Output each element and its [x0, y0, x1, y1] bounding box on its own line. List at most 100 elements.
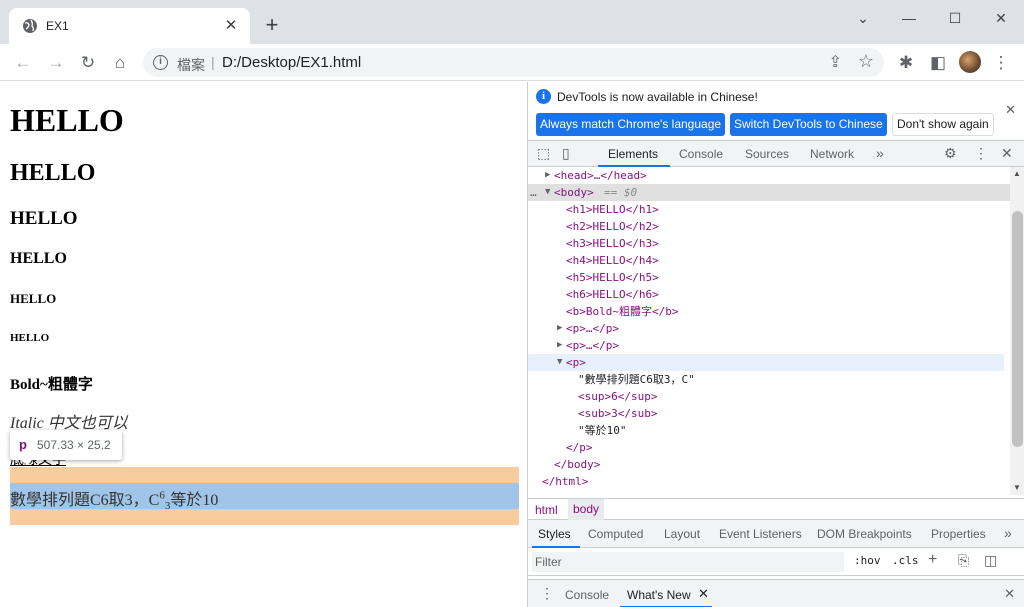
tab-event-listeners[interactable]: Event Listeners — [719, 527, 802, 541]
dom-node-html-close[interactable]: </html> — [528, 473, 1010, 490]
more-tabs-icon[interactable]: » — [876, 145, 884, 161]
devtools-menu-icon[interactable]: ⋮ — [974, 145, 988, 162]
info-icon: i — [536, 89, 551, 104]
scrollbar-thumb[interactable] — [1012, 211, 1023, 447]
browser-tab[interactable]: EX1 ✕ — [9, 8, 250, 44]
inspect-element-icon[interactable]: ⬚ — [537, 145, 550, 162]
heading-h5: HELLO — [10, 291, 57, 306]
tab-elements[interactable]: Elements — [608, 147, 658, 161]
dom-node-h4[interactable]: <h4>HELLO</h4> — [528, 252, 1010, 269]
reload-icon[interactable]: ↻ — [75, 50, 101, 76]
dom-node-sup[interactable]: <sup>6</sup> — [528, 388, 1010, 405]
forward-icon[interactable]: → — [43, 50, 69, 76]
dom-node-body[interactable]: … ▼ <body> == $0 — [528, 184, 1010, 201]
paint-brush-icon[interactable]: ⎘ — [958, 552, 969, 569]
switch-chinese-button[interactable]: Switch DevTools to Chinese — [730, 113, 887, 136]
tab-sources[interactable]: Sources — [745, 147, 789, 161]
dom-node-body-close[interactable]: </body> — [528, 456, 1010, 473]
tab-dom-breakpoints[interactable]: DOM Breakpoints — [817, 527, 912, 541]
drawer-tab-console[interactable]: Console — [565, 588, 609, 602]
home-icon[interactable]: ⌂ — [107, 50, 133, 76]
new-tab-button[interactable]: + — [260, 14, 284, 38]
expand-triangle-icon[interactable]: ▶ — [557, 337, 562, 354]
address-url[interactable]: D:/Desktop/EX1.html — [222, 54, 361, 71]
dom-scrollbar[interactable]: ▲ ▼ — [1010, 167, 1024, 495]
styles-tabbar: Styles Computed Layout Event Listeners D… — [528, 520, 1024, 548]
profile-avatar[interactable] — [959, 51, 981, 73]
globe-icon — [23, 19, 37, 33]
infobar-message: DevTools is now available in Chinese! — [557, 90, 758, 104]
dom-node-h6[interactable]: <h6>HELLO</h6> — [528, 286, 1010, 303]
tab-styles[interactable]: Styles — [538, 527, 571, 541]
dom-node-h2[interactable]: <h2>HELLO</h2> — [528, 218, 1010, 235]
toggle-sidebar-icon[interactable]: ◫ — [984, 552, 997, 569]
padding-highlight-top — [10, 467, 519, 483]
settings-gear-icon[interactable]: ⚙ — [944, 145, 957, 162]
more-style-tabs-icon[interactable]: » — [1004, 525, 1012, 541]
maximize-icon[interactable]: ☐ — [940, 6, 970, 30]
new-style-rule-icon[interactable]: + — [928, 551, 937, 569]
menu-kebab-icon[interactable]: ⋮ — [988, 50, 1014, 76]
tab-search-icon[interactable]: ⌄ — [848, 6, 878, 30]
tab-layout[interactable]: Layout — [664, 527, 700, 541]
close-window-icon[interactable]: ✕ — [986, 6, 1016, 30]
extensions-icon[interactable]: ✱ — [893, 50, 919, 76]
dom-node-h3[interactable]: <h3>HELLO</h3> — [528, 235, 1010, 252]
dom-node-p3-close[interactable]: </p> — [528, 439, 1010, 456]
expand-triangle-icon[interactable]: ▶ — [557, 320, 562, 337]
tooltip-tag: p — [19, 437, 27, 452]
infobar-close-icon[interactable]: ✕ — [1005, 102, 1016, 118]
dom-node-b[interactable]: <b>Bold~粗體字</b> — [528, 303, 1010, 320]
minimize-icon[interactable]: — — [894, 6, 924, 30]
tab-computed[interactable]: Computed — [588, 527, 643, 541]
share-icon[interactable]: ⇪ — [829, 52, 842, 72]
title-bar: EX1 ✕ + ⌄ — ☐ ✕ — [0, 0, 1024, 44]
language-infobar: i DevTools is now available in Chinese! … — [528, 82, 1024, 141]
dom-node-h1[interactable]: <h1>HELLO</h1> — [528, 201, 1010, 218]
devtools-close-icon[interactable]: ✕ — [1001, 145, 1013, 162]
breadcrumb: html body — [528, 498, 1024, 520]
tab-console[interactable]: Console — [679, 147, 723, 161]
hover-state-toggle[interactable]: :hov — [854, 554, 881, 567]
styles-filter-input[interactable]: Filter — [532, 552, 844, 572]
tab-properties[interactable]: Properties — [931, 527, 986, 541]
selected-paragraph-highlight: 數學排列題C6取3，C63等於10 — [10, 483, 519, 512]
collapse-triangle-icon[interactable]: ▼ — [545, 184, 550, 201]
device-toolbar-icon[interactable]: ▯ — [562, 145, 570, 162]
tab-network[interactable]: Network — [810, 147, 854, 161]
dom-node-h5[interactable]: <h5>HELLO</h5> — [528, 269, 1010, 286]
drawer-tab-whats-new[interactable]: What's New — [627, 588, 691, 602]
scroll-up-icon[interactable]: ▲ — [1013, 169, 1021, 178]
tab-title: EX1 — [46, 19, 69, 33]
breadcrumb-html[interactable]: html — [535, 503, 558, 517]
dom-node-sub[interactable]: <sub>3</sub> — [528, 405, 1010, 422]
match-language-button[interactable]: Always match Chrome's language — [536, 113, 726, 136]
bold-text: Bold~粗體字 — [10, 377, 93, 393]
dont-show-again-button[interactable]: Don't show again — [892, 113, 994, 136]
scroll-down-icon[interactable]: ▼ — [1013, 483, 1021, 492]
dom-text-node[interactable]: "數學排列題C6取3，C" — [528, 371, 1010, 388]
dom-node-head[interactable]: ▶ <head>…</head> — [528, 167, 1010, 184]
bookmark-star-icon[interactable]: ☆ — [858, 51, 874, 72]
dom-node-p3[interactable]: ▼ <p> — [528, 354, 1004, 371]
back-icon[interactable]: ← — [10, 50, 36, 76]
ellipsis-icon[interactable]: … — [530, 184, 537, 201]
page-viewport: HELLO HELLO HELLO HELLO HELLO HELLO Bold… — [0, 82, 527, 607]
heading-h6: HELLO — [10, 332, 50, 344]
expand-triangle-icon[interactable]: ▶ — [545, 167, 550, 184]
dom-node-p2[interactable]: ▶ <p>…</p> — [528, 337, 1010, 354]
address-bar[interactable]: i 檔案 | D:/Desktop/EX1.html ⇪ ☆ — [143, 48, 884, 77]
class-toggle[interactable]: .cls — [892, 554, 919, 567]
drawer-menu-icon[interactable]: ⋮ — [540, 585, 554, 602]
devtools-tabbar: ⬚ ▯ Elements Console Sources Network » ⚙… — [528, 141, 1024, 167]
dom-tree: ▶ <head>…</head> … ▼ <body> == $0 <h1>HE… — [528, 167, 1010, 495]
drawer-close-icon[interactable]: ✕ — [1004, 586, 1015, 602]
drawer-tab-close-icon[interactable]: ✕ — [698, 586, 709, 602]
site-info-icon[interactable]: i — [153, 55, 168, 70]
breadcrumb-body[interactable]: body — [568, 499, 605, 520]
side-panel-icon[interactable]: ◧ — [925, 50, 951, 76]
tab-close-icon[interactable]: ✕ — [222, 17, 240, 35]
dom-node-p1[interactable]: ▶ <p>…</p> — [528, 320, 1010, 337]
dom-text-node[interactable]: "等於10" — [528, 422, 1010, 439]
collapse-triangle-icon[interactable]: ▼ — [557, 354, 562, 371]
